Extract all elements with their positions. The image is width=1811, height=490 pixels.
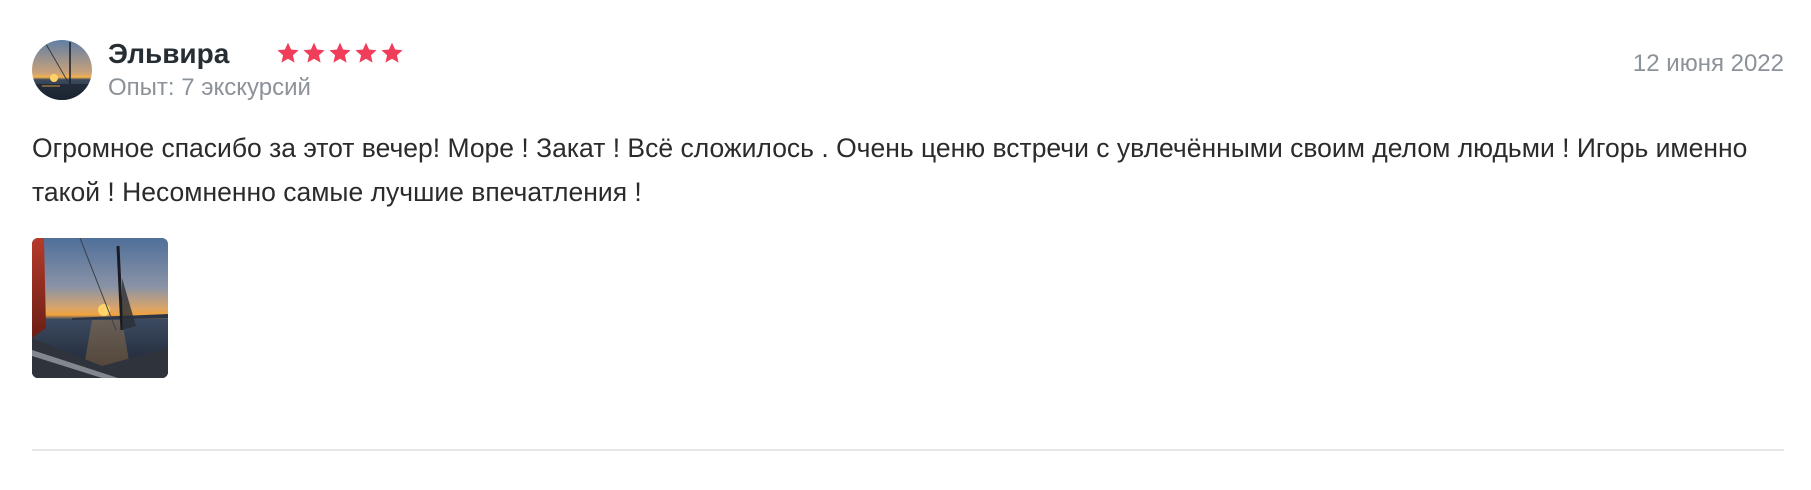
rating-stars: [276, 41, 404, 65]
sunset-sea-avatar-icon: [32, 40, 92, 100]
review-text: Огромное спасибо за этот вечер! Море ! З…: [32, 133, 1748, 207]
review-photo-thumbnail[interactable]: [32, 238, 168, 378]
star-icon: [329, 42, 351, 63]
star-icon: [355, 42, 377, 63]
review-header: Эльвира Опыт: 7 экскурсий 12 июня 2022: [32, 38, 1784, 102]
star-icon: [277, 42, 299, 63]
review-divider: [32, 449, 1784, 451]
avatar[interactable]: [32, 40, 92, 100]
review-card: Эльвира Опыт: 7 экскурсий 12 июня 2022 О…: [32, 38, 1784, 378]
star-icon: [381, 42, 403, 63]
star-icon: [303, 42, 325, 63]
author-name: Эльвира: [108, 38, 230, 69]
author-experience: Опыт: 7 экскурсий: [108, 74, 311, 101]
sunset-sailboat-photo-icon: [32, 238, 168, 378]
review-date: 12 июня 2022: [1632, 50, 1784, 77]
